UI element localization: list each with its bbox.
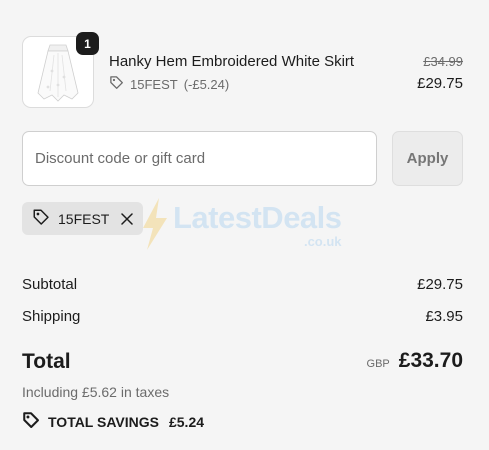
- total-amount: GBP £33.70: [367, 349, 463, 373]
- total-savings: TOTAL SAVINGS £5.24: [22, 411, 204, 432]
- quantity-badge: 1: [76, 32, 99, 55]
- product-discount-amount: (-£5.24): [183, 76, 230, 92]
- savings-value: £5.24: [168, 413, 205, 430]
- watermark-brand: LatestDeals: [173, 199, 342, 235]
- tag-icon: [22, 411, 40, 432]
- total-value: £33.70: [398, 349, 463, 372]
- total-label: Total: [22, 350, 71, 373]
- savings-label: TOTAL SAVINGS: [48, 413, 159, 430]
- subtotal-value: £29.75: [417, 276, 463, 293]
- subtotal-label: Subtotal: [22, 276, 78, 293]
- watermark-domain: .co.uk: [303, 233, 342, 249]
- product-discount: 15FEST (-£5.24): [109, 75, 229, 93]
- currency-code: GBP: [366, 358, 390, 370]
- shipping-value: £3.95: [425, 308, 463, 325]
- tag-icon: [109, 75, 124, 93]
- product-title: Hanky Hem Embroidered White Skirt: [109, 53, 355, 70]
- remove-discount-button[interactable]: [121, 212, 134, 225]
- taxes-note: Including £5.62 in taxes: [22, 384, 170, 400]
- line-price: £29.75: [417, 75, 463, 92]
- skirt-image: [37, 44, 79, 102]
- tag-icon: [32, 208, 50, 229]
- watermark-logo: LatestDeals .co.uk: [141, 198, 342, 250]
- lightning-icon: [143, 198, 167, 250]
- product-discount-code: 15FEST: [130, 76, 178, 92]
- close-icon: [121, 212, 134, 225]
- shipping-label: Shipping: [22, 308, 81, 325]
- discount-code-input[interactable]: [22, 131, 377, 186]
- compare-at-price: £34.99: [423, 54, 463, 69]
- applied-discount-tag: 15FEST: [22, 202, 144, 235]
- apply-button[interactable]: Apply: [392, 131, 463, 186]
- applied-discount-code: 15FEST: [58, 210, 110, 227]
